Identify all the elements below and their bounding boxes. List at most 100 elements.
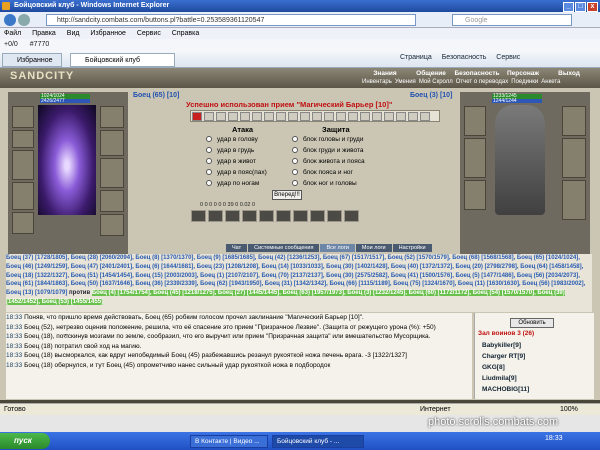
attack-option[interactable]: удар в живот <box>206 156 267 167</box>
go-button[interactable]: Вперед!!! <box>272 190 302 200</box>
defense-option[interactable]: блок живота и пояса <box>292 156 365 167</box>
subnav-skills[interactable]: Умения <box>395 79 416 85</box>
defense-option[interactable]: блок груди и живота <box>292 145 365 156</box>
skill-icon[interactable] <box>225 210 240 222</box>
maximize-button[interactable]: □ <box>575 2 586 12</box>
enemy-slot-4 <box>562 106 586 136</box>
menu-edit[interactable]: Правка <box>32 30 56 37</box>
earrings-slot[interactable] <box>100 106 124 128</box>
tab-combats[interactable]: Бойцовский клуб <box>70 53 175 67</box>
chat-tabs: Чат Системные сообщения Все логи Мои логи На… <box>226 244 433 252</box>
url-field[interactable]: http://sandcity.combats.com/buttons.pl?b… <box>46 14 416 26</box>
defense-option[interactable]: блок головы и груди <box>292 134 365 145</box>
tab-my-logs[interactable]: Мои логи <box>355 244 392 252</box>
menu-file[interactable]: Файл <box>4 30 21 37</box>
clock: 18:33 <box>545 435 563 442</box>
skill-icon[interactable] <box>293 210 308 222</box>
skill-icon[interactable] <box>344 210 359 222</box>
radio-icon[interactable] <box>292 147 298 154</box>
helmet-slot[interactable] <box>12 106 34 128</box>
refresh-button[interactable]: Обновить <box>510 318 554 328</box>
tab-chat[interactable]: Чат <box>226 244 248 252</box>
log-line: 18:33 Боец (52), нетрезво оценив положен… <box>6 323 436 331</box>
defense-option[interactable]: блок пояса и ног <box>292 167 365 178</box>
radio-icon[interactable] <box>206 136 212 143</box>
start-button[interactable]: пуск <box>0 433 50 449</box>
left-player-name[interactable]: Боец (65) [10] <box>133 92 179 99</box>
subnav-fights[interactable]: Поединки <box>511 79 538 85</box>
minimize-button[interactable]: _ <box>563 2 574 12</box>
forward-button[interactable] <box>18 14 30 26</box>
subnav-inventory[interactable]: Инвентарь <box>362 79 392 85</box>
left-mp-text: 2426/2477 <box>41 98 65 104</box>
enemies-list[interactable]: Боец (4) [1754/1754], Боец (45) [1218/12… <box>6 290 565 305</box>
search-input[interactable]: Google <box>452 14 572 26</box>
radio-icon[interactable] <box>292 169 298 176</box>
skill-icon[interactable] <box>191 210 206 222</box>
nav-exit[interactable]: Выход <box>546 70 592 77</box>
skill-icon[interactable] <box>327 210 342 222</box>
tab-system[interactable]: Системные сообщения <box>248 244 320 252</box>
page-menu[interactable]: Страница <box>400 54 432 61</box>
nav-character[interactable]: Персонаж <box>500 70 546 77</box>
online-user[interactable]: Liudmila[9] <box>482 373 529 384</box>
menu-view[interactable]: Вид <box>67 30 80 37</box>
skill-icon[interactable] <box>242 210 257 222</box>
radio-icon[interactable] <box>292 136 298 143</box>
subnav-profile[interactable]: Анкета <box>541 79 560 85</box>
radio-icon[interactable] <box>292 180 298 187</box>
attack-option[interactable]: удар в пояс(пах) <box>206 167 267 178</box>
sub-nav: Инвентарь Умения Мой Скролл Отчет о перевод… <box>362 79 563 85</box>
back-button[interactable] <box>4 14 16 26</box>
menu-favorites[interactable]: Избранное <box>90 30 125 37</box>
task-combats[interactable]: Бойцовский клуб - ... <box>272 435 364 448</box>
defense-option[interactable]: блок ног и головы <box>292 178 365 189</box>
rings-slot[interactable] <box>100 190 124 212</box>
online-user[interactable]: Babykiller[9] <box>482 340 529 351</box>
radio-icon[interactable] <box>206 180 212 187</box>
favorites-button[interactable]: Избранное <box>2 53 62 67</box>
skill-icon[interactable] <box>208 210 223 222</box>
attack-option[interactable]: удар по ногам <box>206 178 267 189</box>
online-user[interactable]: Charger RT[9] <box>482 351 529 362</box>
hall-title: Зал воинов 3 (26) <box>478 330 535 337</box>
amulet-slot[interactable] <box>12 130 34 148</box>
online-list: Babykiller[9] Charger RT[9] GKG[8] Liudm… <box>482 340 529 395</box>
counter-text: +0/0 <box>4 41 18 48</box>
fighters-list: Боец (37) [1728/1805], Боец (28) [2060/2… <box>6 254 592 312</box>
right-player-name[interactable]: Боец (3) [10] <box>410 92 452 99</box>
radio-icon[interactable] <box>206 158 212 165</box>
security-menu[interactable]: Безопасность <box>442 54 487 61</box>
belt-slot[interactable] <box>12 212 34 234</box>
radio-icon[interactable] <box>292 158 298 165</box>
weapon-slot[interactable] <box>12 150 34 180</box>
subnav-scroll[interactable]: Мой Скролл <box>419 79 453 85</box>
gloves-slot[interactable] <box>100 130 124 156</box>
skill-icon[interactable] <box>276 210 291 222</box>
nav-communication[interactable]: Общение <box>408 70 454 77</box>
tools-menu[interactable]: Сервис <box>496 54 520 61</box>
task-vkontakte[interactable]: В Контакте | Видео ... <box>190 435 268 448</box>
shield-slot[interactable] <box>100 158 124 188</box>
skill-icon[interactable] <box>259 210 274 222</box>
boots-slot[interactable] <box>100 214 124 236</box>
tab-all-logs[interactable]: Все логи <box>320 244 355 252</box>
nav-knowledge[interactable]: Знания <box>362 70 408 77</box>
close-button[interactable]: x <box>587 2 598 12</box>
watermark: photo.scrolls.combats.com <box>428 416 559 428</box>
armor-slot[interactable] <box>12 182 34 210</box>
radio-icon[interactable] <box>206 147 212 154</box>
nav-security[interactable]: Безопасность <box>454 70 500 77</box>
online-user[interactable]: GKG[8] <box>482 362 529 373</box>
radio-icon[interactable] <box>206 169 212 176</box>
attack-option[interactable]: удар в грудь <box>206 145 267 156</box>
online-user[interactable]: MACHOBIG[11] <box>482 384 529 395</box>
tab-settings[interactable]: Настройки <box>392 244 432 252</box>
status-message: Успешно использован прием "Магический Ба… <box>186 100 393 109</box>
menu-tools[interactable]: Сервис <box>137 30 161 37</box>
menu-help[interactable]: Справка <box>172 30 199 37</box>
zoom-text[interactable]: 100% <box>560 404 578 415</box>
subnav-transfers[interactable]: Отчет о переводах <box>456 79 509 85</box>
attack-option[interactable]: удар в голову <box>206 134 267 145</box>
skill-icon[interactable] <box>310 210 325 222</box>
